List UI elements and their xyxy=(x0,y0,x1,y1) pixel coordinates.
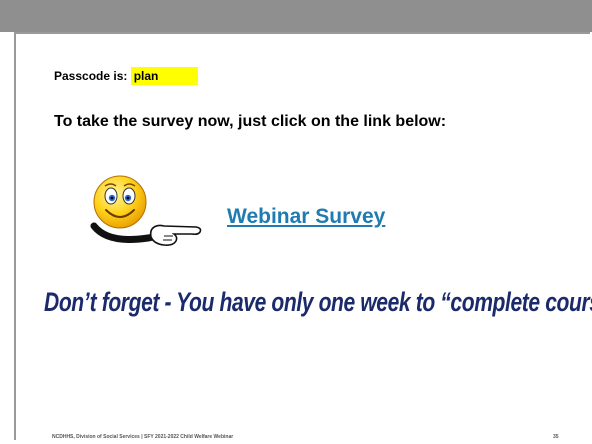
slide: Passcode is: plan To take the survey now… xyxy=(0,0,592,444)
passcode-label: Passcode is: xyxy=(54,69,131,83)
passcode-line: Passcode is: plan xyxy=(54,67,199,85)
reminder-text: Don’t forget - You have only one week to… xyxy=(44,287,592,317)
page-number: 35 xyxy=(553,434,559,440)
top-bar xyxy=(0,0,592,32)
footer-text: NCDHHS, Division of Social Services | SF… xyxy=(52,434,234,440)
passcode-value: plan xyxy=(130,67,199,85)
survey-instruction: To take the survey now, just click on th… xyxy=(54,113,447,130)
webinar-survey-link[interactable]: Webinar Survey xyxy=(227,205,385,229)
smiley-graphic xyxy=(90,175,202,246)
smiley-pointing-icon xyxy=(78,174,218,254)
